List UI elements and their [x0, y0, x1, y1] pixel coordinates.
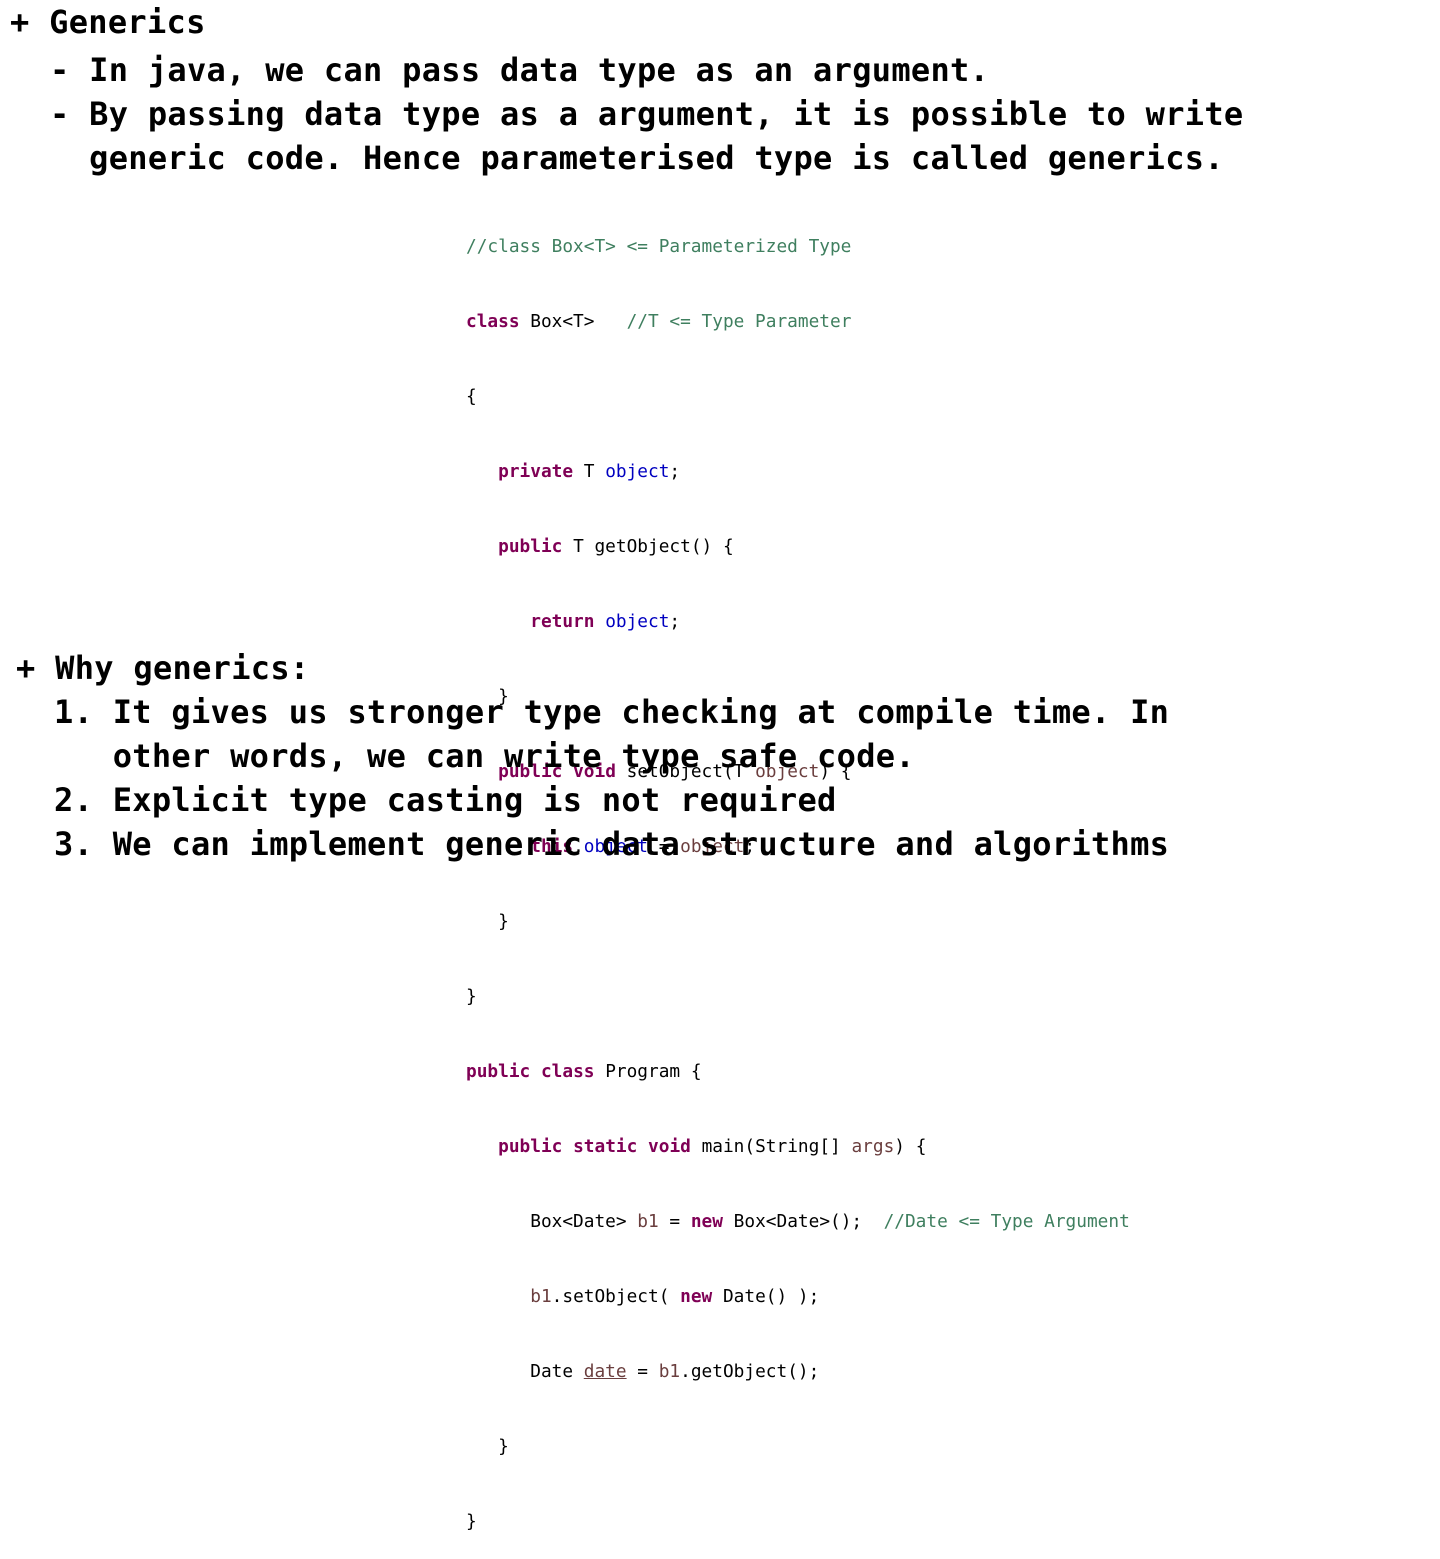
- code-comment: //T <= Type Parameter: [626, 311, 852, 332]
- code-line: //class Box<T> <= Parameterized Type: [466, 234, 1130, 259]
- code-text: Date: [530, 1361, 584, 1382]
- reason-1-continued: other words, we can write type safe code…: [54, 737, 915, 775]
- reason-2: 2. Explicit type casting is not required: [54, 781, 837, 819]
- code-field: object: [605, 611, 670, 632]
- generics-bullet-2: - By passing data type as a argument, it…: [50, 95, 1244, 133]
- code-text: main(String[]: [690, 1136, 852, 1157]
- code-text: {: [466, 386, 477, 407]
- code-text: }: [466, 1511, 477, 1532]
- generics-bullet-1: - In java, we can pass data type as an a…: [50, 51, 990, 89]
- code-text: Box<T>: [519, 311, 627, 332]
- code-text: ;: [669, 461, 681, 482]
- code-keyword: class: [540, 1061, 595, 1082]
- code-text: Date() );: [712, 1286, 820, 1307]
- code-text: Box<Date>();: [722, 1211, 884, 1232]
- code-keyword: return: [530, 611, 595, 632]
- generics-heading: + Generics: [10, 3, 206, 41]
- code-variable: b1: [658, 1361, 681, 1382]
- code-variable: b1: [530, 1286, 552, 1307]
- code-line: }: [466, 909, 1130, 934]
- code-text: ;: [669, 611, 681, 632]
- code-text: T: [573, 461, 606, 482]
- code-line: {: [466, 384, 1130, 409]
- generics-bullet-2-continued: generic code. Hence parameterised type i…: [50, 139, 1224, 177]
- code-line: public T getObject() {: [466, 534, 1130, 559]
- code-text: Program {: [594, 1061, 702, 1082]
- code-text: .setObject(: [551, 1286, 681, 1307]
- code-text: T getObject() {: [562, 536, 734, 557]
- code-variable: b1: [637, 1211, 659, 1232]
- why-generics-heading: + Why generics:: [16, 649, 310, 687]
- code-comment: //Date <= Type Argument: [883, 1211, 1130, 1232]
- reason-3: 3. We can implement generic data structu…: [54, 825, 1170, 863]
- code-variable: date: [583, 1361, 627, 1382]
- code-keyword: public: [498, 1136, 563, 1157]
- code-variable: args: [851, 1136, 895, 1157]
- code-line: b1.setObject( new Date() );: [466, 1284, 1130, 1309]
- code-text: .getObject();: [680, 1361, 820, 1382]
- code-text: }: [498, 911, 509, 932]
- code-keyword: new: [680, 1286, 713, 1307]
- code-keyword: private: [498, 461, 574, 482]
- code-keyword: class: [466, 311, 520, 332]
- code-line: return object;: [466, 609, 1130, 634]
- code-text: }: [498, 1436, 509, 1457]
- code-line: }: [466, 1434, 1130, 1459]
- code-block: //class Box<T> <= Parameterized Type cla…: [466, 184, 1130, 1559]
- code-line: public static void main(String[] args) {: [466, 1134, 1130, 1159]
- code-line: }: [466, 984, 1130, 1009]
- code-line: Box<Date> b1 = new Box<Date>(); //Date <…: [466, 1209, 1130, 1234]
- code-text: =: [658, 1211, 691, 1232]
- code-field: object: [605, 461, 670, 482]
- code-text: }: [466, 986, 477, 1007]
- code-keyword: void: [648, 1136, 691, 1157]
- code-line: public class Program {: [466, 1059, 1130, 1084]
- code-text: Box<Date>: [530, 1211, 638, 1232]
- code-comment: //class Box<T> <= Parameterized Type: [466, 236, 852, 257]
- reason-1: 1. It gives us stronger type checking at…: [54, 693, 1170, 731]
- code-keyword: static: [573, 1136, 638, 1157]
- code-text: ) {: [894, 1136, 927, 1157]
- code-line: }: [466, 1509, 1130, 1534]
- code-keyword: new: [690, 1211, 723, 1232]
- code-keyword: public: [466, 1061, 531, 1082]
- code-text: =: [626, 1361, 659, 1382]
- code-keyword: public: [498, 536, 563, 557]
- code-line: private T object;: [466, 459, 1130, 484]
- code-line: class Box<T> //T <= Type Parameter: [466, 309, 1130, 334]
- code-line: Date date = b1.getObject();: [466, 1359, 1130, 1384]
